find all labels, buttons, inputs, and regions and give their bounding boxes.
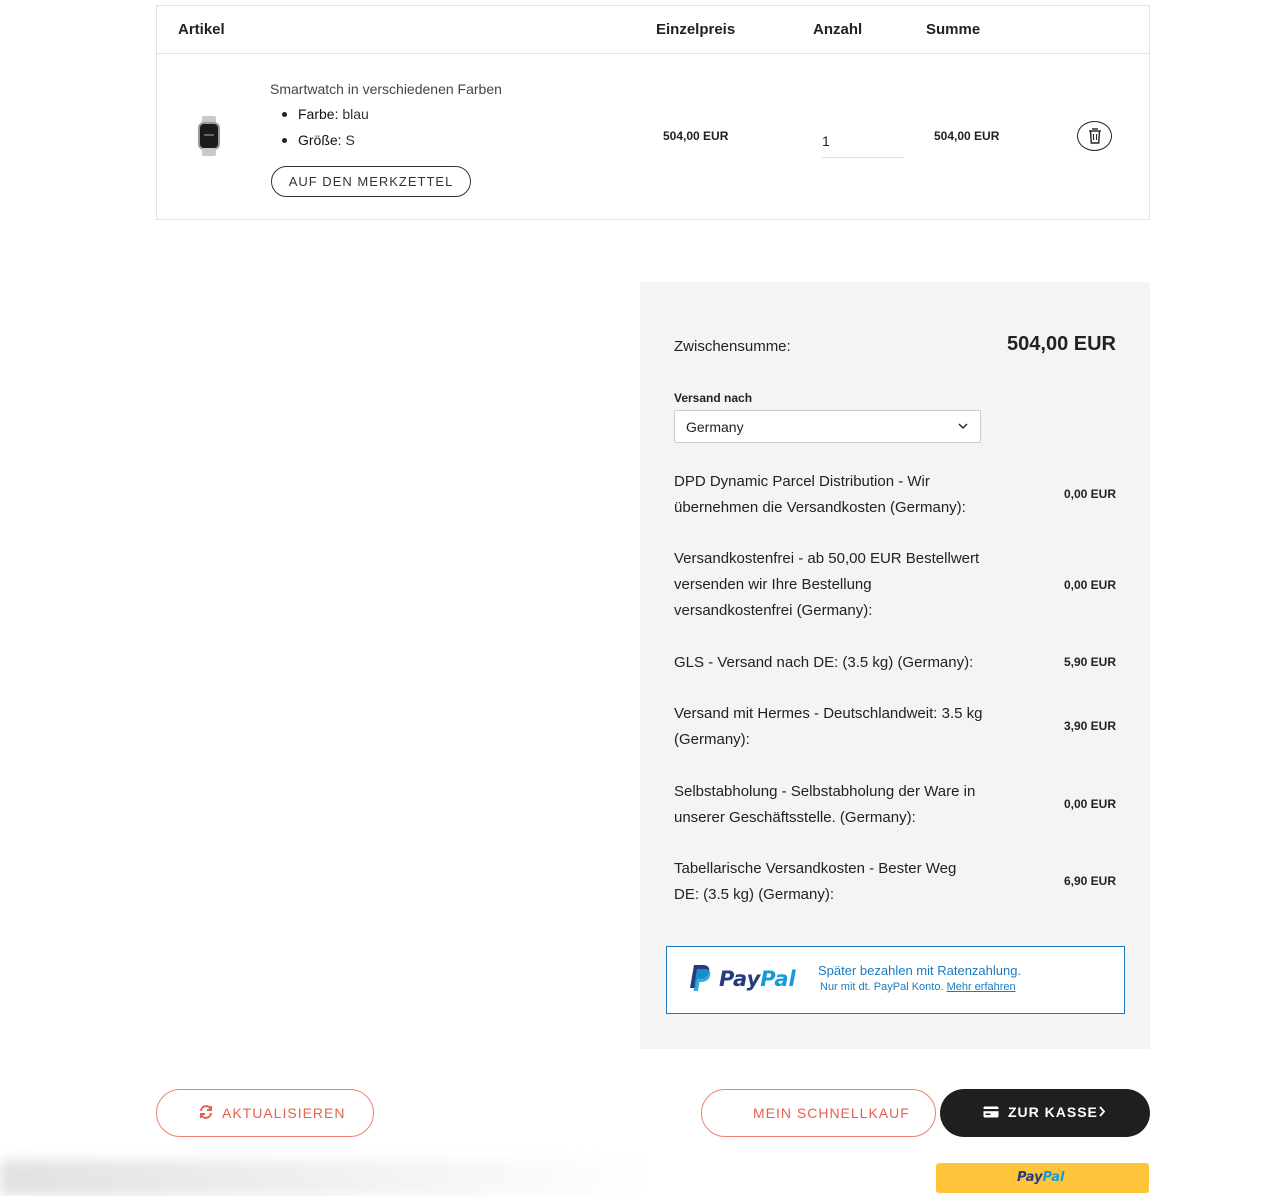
shipping-country-label: Versand nach <box>674 391 753 405</box>
shipping-option: Tabellarische Versandkosten - Bester Weg… <box>674 856 1116 910</box>
header-unit-price: Einzelpreis <box>656 21 736 38</box>
product-title[interactable]: Smartwatch in verschiedenen Farben <box>270 81 502 97</box>
quick-buy-button[interactable]: MEIN SCHNELLKAUF <box>701 1089 936 1137</box>
attribute-size: Größe: S <box>270 132 369 158</box>
quantity-input[interactable] <box>822 124 904 158</box>
smartwatch-image[interactable] <box>197 116 221 156</box>
paypal-button-pal: Pal <box>1042 1170 1065 1185</box>
cart-table-header: Artikel Einzelpreis Anzahl Summe <box>157 6 1149 54</box>
chevron-right-icon <box>1099 1106 1106 1117</box>
shipping-option-name: Tabellarische Versandkosten - Bester Weg… <box>674 860 957 903</box>
shipping-option-name: Versand mit Hermes - Deutschlandweit: 3.… <box>674 705 983 748</box>
update-cart-label: AKTUALISIEREN <box>222 1105 346 1121</box>
trash-icon <box>1089 128 1101 144</box>
update-cart-button[interactable]: AKTUALISIEREN <box>156 1089 374 1137</box>
attribute-size-value: S <box>345 132 355 148</box>
checkout-label: ZUR KASSE <box>1008 1104 1098 1120</box>
header-item: Artikel <box>178 21 225 38</box>
paypal-installment-banner[interactable]: PayPal Später bezahlen mit Ratenzahlung.… <box>666 946 1125 1014</box>
shipping-option-name: Versandkostenfrei - ab 50,00 EUR Bestell… <box>674 550 980 619</box>
checkout-button[interactable]: ZUR KASSE <box>940 1089 1150 1137</box>
paypal-p-icon <box>690 965 711 991</box>
attribute-color-value: blau <box>342 106 369 122</box>
subtotal-label: Zwischensumme: <box>674 338 791 355</box>
shipping-option-name: GLS - Versand nach DE: (3.5 kg) (Germany… <box>674 654 974 671</box>
bottom-fade-shadow <box>0 1160 650 1196</box>
attribute-size-key: Größe: <box>298 132 342 148</box>
row-sum: 504,00 EUR <box>934 129 1000 143</box>
shipping-option-cost: 5,90 EUR <box>1063 655 1116 669</box>
attribute-color-key: Farbe: <box>298 106 339 122</box>
unit-price: 504,00 EUR <box>663 129 729 143</box>
shipping-option-cost: 6,90 EUR <box>1063 874 1116 888</box>
paypal-word-pay: Pay <box>719 967 761 991</box>
paypal-banner-note: Nur mit dt. PayPal Konto. <box>820 981 944 993</box>
header-sum: Summe <box>926 21 981 38</box>
subtotal-value: 504,00 EUR <box>1007 333 1116 355</box>
paypal-banner-subline: Nur mit dt. PayPal Konto. Mehr erfahren <box>820 981 1016 993</box>
shipping-option-cost: 3,90 EUR <box>1063 719 1116 733</box>
shipping-option: GLS - Versand nach DE: (3.5 kg) (Germany… <box>674 650 1116 678</box>
paypal-banner-headline: Später bezahlen mit Ratenzahlung. <box>818 963 1022 978</box>
paypal-learn-more-link[interactable]: Mehr erfahren <box>947 981 1016 993</box>
chevron-down-icon <box>958 423 968 429</box>
paypal-checkout-button[interactable]: PayPal <box>936 1163 1149 1193</box>
shipping-option-name: DPD Dynamic Parcel Distribution - Wir üb… <box>674 473 966 516</box>
header-quantity: Anzahl <box>813 21 863 38</box>
cart-totals-panel: Zwischensumme: 504,00 EUR Versand nach G… <box>640 282 1150 1049</box>
quick-buy-label: MEIN SCHNELLKAUF <box>753 1105 910 1121</box>
attribute-color: Farbe: blau <box>270 106 369 132</box>
shipping-option: Versand mit Hermes - Deutschlandweit: 3.… <box>674 701 1116 755</box>
shipping-option: Versandkostenfrei - ab 50,00 EUR Bestell… <box>674 546 1116 626</box>
shipping-option-cost: 0,00 EUR <box>1063 578 1116 592</box>
add-to-wishlist-button[interactable]: AUF DEN MERKZETTEL <box>271 166 471 197</box>
shipping-option: Selbstabholung - Selbstabholung der Ware… <box>674 779 1116 833</box>
delete-item-button[interactable] <box>1077 121 1112 151</box>
shipping-country-select[interactable]: Germany <box>674 410 981 443</box>
shipping-country-value: Germany <box>686 419 744 435</box>
shipping-option-cost: 0,00 EUR <box>1063 797 1116 811</box>
paypal-word-pal: Pal <box>760 967 796 991</box>
credit-card-icon <box>983 1106 999 1118</box>
shipping-option: DPD Dynamic Parcel Distribution - Wir üb… <box>674 469 1116 523</box>
shipping-option-name: Selbstabholung - Selbstabholung der Ware… <box>674 783 976 826</box>
paypal-button-pay: Pay <box>1017 1170 1043 1185</box>
shipping-option-cost: 0,00 EUR <box>1063 487 1116 501</box>
product-attributes: Farbe: blau Größe: S <box>270 106 369 158</box>
cart-table: Artikel Einzelpreis Anzahl Summe Smartwa… <box>156 5 1150 220</box>
refresh-icon <box>200 1105 212 1119</box>
